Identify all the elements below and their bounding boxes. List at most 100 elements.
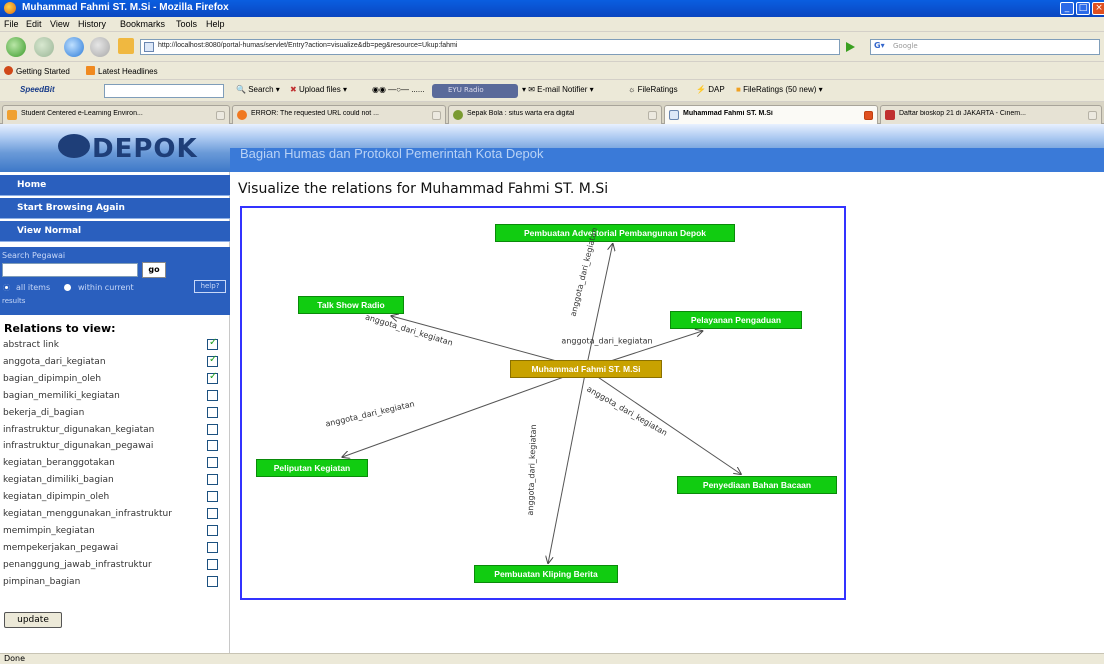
tab-label: Daftar bioskop 21 di JAKARTA - Cinem... bbox=[899, 110, 1026, 117]
graph-node[interactable]: Pelayanan Pengaduan bbox=[670, 311, 802, 329]
relation-row: anggota_dari_kegiatan bbox=[3, 354, 228, 371]
relation-row: kegiatan_dipimpin_oleh bbox=[3, 490, 228, 506]
menu-edit[interactable]: Edit bbox=[26, 19, 42, 29]
relation-label: infrastruktur_digunakan_pegawai bbox=[3, 441, 154, 452]
graph-node[interactable]: Talk Show Radio bbox=[298, 296, 404, 314]
tab-error[interactable]: ERROR: The requested URL could not ... bbox=[232, 105, 446, 124]
media-controls[interactable]: ◉◉ —○— ...... bbox=[372, 85, 425, 94]
fileratings-new-button[interactable]: ■ FileRatings (50 new) ▾ bbox=[736, 85, 823, 94]
banner-subtitle: Bagian Humas dan Protokol Pemerintah Kot… bbox=[240, 146, 544, 161]
nav-view-normal[interactable]: View Normal bbox=[0, 221, 230, 242]
graph-node[interactable]: Peliputan Kegiatan bbox=[256, 459, 368, 477]
maximize-button[interactable]: □ bbox=[1076, 2, 1090, 15]
relation-row: kegiatan_beranggotakan bbox=[3, 456, 228, 472]
search-pegawai-label: Search Pegawai bbox=[2, 251, 66, 260]
tab-favicon-icon bbox=[7, 110, 17, 120]
tab-sepak-bola[interactable]: Sepak Bola : situs warta era digital bbox=[448, 105, 662, 124]
relation-label: memimpin_kegiatan bbox=[3, 525, 95, 536]
graph-node[interactable]: Penyediaan Bahan Bacaan bbox=[677, 476, 837, 494]
relation-label: anggota_dari_kegiatan bbox=[3, 356, 106, 367]
results-label: results bbox=[2, 297, 26, 305]
relation-row: infrastruktur_digunakan_pegawai bbox=[3, 439, 228, 455]
tab-close-icon[interactable] bbox=[864, 111, 873, 120]
radio-player[interactable]: EYU Radio bbox=[432, 84, 518, 98]
depok-logo[interactable]: DEPOK bbox=[30, 124, 230, 170]
tab-bar: Student Centered e-Learning Environ... E… bbox=[0, 102, 1104, 124]
email-notifier-button[interactable]: ▾ ✉ E-mail Notifier ▾ bbox=[522, 85, 594, 94]
relation-checkbox[interactable] bbox=[207, 406, 218, 418]
radio-label: EYU Radio bbox=[448, 86, 484, 94]
graph-center-node[interactable]: Muhammad Fahmi ST. M.Si bbox=[510, 360, 662, 378]
tab-close-icon[interactable] bbox=[1088, 111, 1097, 120]
bookmark-latest-headlines[interactable]: Latest Headlines bbox=[86, 66, 158, 76]
relation-row: pimpinan_bagian bbox=[3, 575, 228, 591]
firefox-bookmark-icon bbox=[4, 66, 13, 75]
back-arrow-icon[interactable] bbox=[6, 37, 26, 57]
search-go-button[interactable]: go bbox=[142, 262, 166, 278]
relation-checkbox[interactable] bbox=[207, 440, 218, 452]
graph-edge bbox=[585, 368, 741, 474]
status-text: Done bbox=[4, 654, 26, 663]
window-title: Muhammad Fahmi ST. M.Si - Mozilla Firefo… bbox=[22, 2, 229, 13]
relation-checkbox[interactable] bbox=[207, 575, 218, 587]
tab-close-icon[interactable] bbox=[216, 111, 225, 120]
menu-file[interactable]: File bbox=[4, 19, 19, 29]
relation-checkbox[interactable] bbox=[207, 508, 218, 519]
menu-view[interactable]: View bbox=[50, 19, 69, 29]
speedbit-logo[interactable]: SpeedBit bbox=[20, 85, 55, 94]
google-icon[interactable]: G▾ bbox=[874, 41, 885, 50]
window-titlebar: Muhammad Fahmi ST. M.Si - Mozilla Firefo… bbox=[0, 0, 1104, 17]
tab-close-icon[interactable] bbox=[432, 111, 441, 120]
tab-close-icon[interactable] bbox=[648, 111, 657, 120]
within-current-radio[interactable] bbox=[64, 284, 71, 291]
minimize-button[interactable]: _ bbox=[1060, 2, 1074, 15]
relation-checkbox[interactable] bbox=[207, 541, 218, 553]
go-arrow-icon[interactable] bbox=[846, 42, 855, 52]
tab-student-centered[interactable]: Student Centered e-Learning Environ... bbox=[2, 105, 230, 124]
url-bar[interactable]: http://localhost:8080/portal-humas/servl… bbox=[140, 39, 972, 55]
menu-bookmarks[interactable]: Bookmarks bbox=[120, 19, 165, 29]
relation-row: penanggung_jawab_infrastruktur bbox=[3, 558, 228, 574]
upload-files-button[interactable]: ✖ Upload files ▾ bbox=[290, 85, 347, 94]
reload-icon[interactable] bbox=[64, 37, 84, 57]
web-search-placeholder: Google bbox=[893, 42, 918, 50]
left-sidebar: Home Start Browsing Again View Normal Se… bbox=[0, 172, 230, 653]
close-window-button[interactable]: × bbox=[1092, 2, 1104, 15]
menu-help[interactable]: Help bbox=[206, 19, 225, 29]
menu-tools[interactable]: Tools bbox=[176, 19, 197, 29]
relation-checkbox[interactable] bbox=[207, 423, 218, 435]
relation-row: bekerja_di_bagian bbox=[3, 406, 228, 422]
menu-history[interactable]: History bbox=[78, 19, 106, 29]
tab-daftar-bioskop[interactable]: Daftar bioskop 21 di JAKARTA - Cinem... bbox=[880, 105, 1102, 124]
relation-checkbox[interactable] bbox=[207, 371, 218, 384]
tab-muhammad-fahmi[interactable]: Muhammad Fahmi ST. M.Si bbox=[664, 105, 878, 124]
relation-checkbox[interactable] bbox=[207, 457, 218, 469]
relation-checkbox[interactable] bbox=[207, 491, 218, 503]
relation-checkbox[interactable] bbox=[207, 474, 218, 486]
search-pegawai-input[interactable] bbox=[2, 263, 138, 277]
relation-label: kegiatan_dipimpin_oleh bbox=[3, 492, 110, 503]
fileratings-button[interactable]: ☼ FileRatings bbox=[628, 85, 678, 94]
help-button[interactable]: help? bbox=[194, 280, 226, 293]
relation-label: kegiatan_menggunakan_infrastruktur bbox=[3, 509, 172, 519]
all-items-radio[interactable] bbox=[3, 284, 10, 291]
dap-button[interactable]: ⚡ DAP bbox=[696, 85, 725, 94]
bookmark-getting-started[interactable]: Getting Started bbox=[4, 66, 70, 76]
relation-checkbox[interactable] bbox=[207, 524, 218, 536]
relation-checkbox[interactable] bbox=[207, 389, 218, 401]
speedbit-search-input[interactable] bbox=[104, 84, 224, 98]
home-icon[interactable] bbox=[118, 38, 134, 54]
fileratings-icon: ■ bbox=[736, 85, 741, 94]
graph-node[interactable]: Pembuatan Advertorial Pembangunan Depok bbox=[495, 224, 735, 242]
relation-checkbox[interactable] bbox=[207, 337, 218, 350]
update-button[interactable]: update bbox=[4, 612, 62, 628]
graph-node[interactable]: Pembuatan Kliping Berita bbox=[474, 565, 618, 583]
speedbit-search-button[interactable]: 🔍 Search ▾ bbox=[236, 85, 280, 94]
forward-arrow-icon[interactable] bbox=[34, 37, 54, 57]
nav-start-browsing-again[interactable]: Start Browsing Again bbox=[0, 198, 230, 219]
relation-checkbox[interactable] bbox=[207, 558, 218, 570]
web-search-box[interactable]: G▾ Google bbox=[870, 39, 1100, 55]
relation-checkbox[interactable] bbox=[207, 354, 218, 367]
stop-icon[interactable] bbox=[90, 37, 110, 57]
nav-home[interactable]: Home bbox=[0, 175, 230, 196]
